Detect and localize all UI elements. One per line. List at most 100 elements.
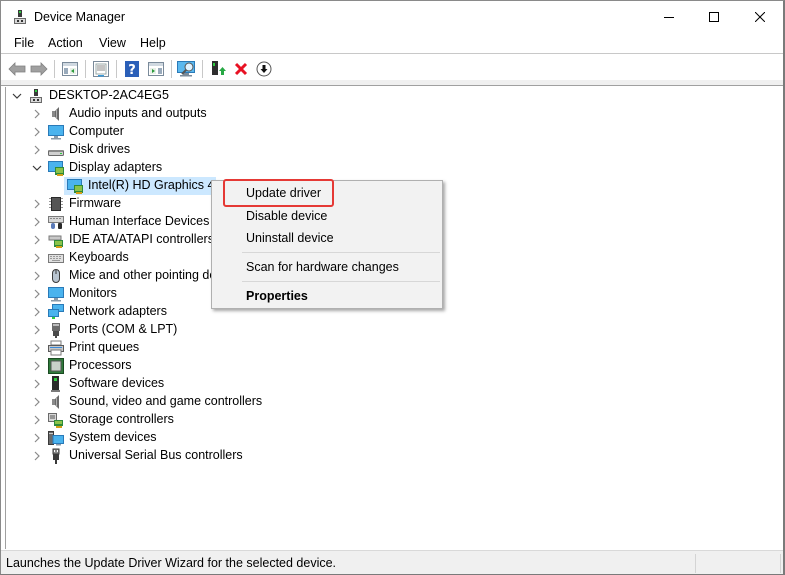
tree-item-label: IDE ATA/ATAPI controllers bbox=[69, 232, 214, 246]
tree-item-label: Computer bbox=[69, 124, 124, 138]
update-driver-button[interactable] bbox=[208, 59, 228, 79]
chevron-right-icon[interactable] bbox=[31, 108, 43, 120]
show-hide-console-tree-button[interactable] bbox=[60, 59, 80, 79]
status-separator bbox=[695, 554, 696, 573]
context-menu-properties[interactable]: Properties bbox=[246, 289, 308, 303]
tree-item-category[interactable]: Sound, video and game controllers bbox=[6, 393, 306, 411]
chevron-right-icon[interactable] bbox=[31, 378, 43, 390]
tree-item-category[interactable]: Disk drives bbox=[6, 141, 306, 159]
tree-item-label: Print queues bbox=[69, 340, 140, 354]
context-menu-separator bbox=[242, 281, 440, 282]
context-menu-uninstall-device[interactable]: Uninstall device bbox=[246, 231, 334, 245]
toolbar-separator bbox=[54, 60, 55, 78]
speaker-icon bbox=[52, 107, 59, 121]
tree-item-device[interactable]: Intel(R) HD Graphics 460 bbox=[64, 177, 216, 195]
tree-item-category[interactable]: Audio inputs and outputs bbox=[6, 105, 306, 123]
maximize-button[interactable] bbox=[691, 1, 737, 33]
scan-hardware-icon bbox=[177, 61, 195, 77]
menu-action[interactable]: Action bbox=[48, 36, 83, 50]
chevron-right-icon[interactable] bbox=[31, 360, 43, 372]
menu-view[interactable]: View bbox=[99, 36, 126, 50]
device-manager-icon bbox=[14, 10, 26, 24]
tree-item-category[interactable]: Storage controllers bbox=[6, 411, 306, 429]
tree-item-category[interactable]: Universal Serial Bus controllers bbox=[6, 447, 306, 465]
chevron-right-icon[interactable] bbox=[31, 342, 43, 354]
context-menu-scan-hardware[interactable]: Scan for hardware changes bbox=[246, 260, 399, 274]
menu-file[interactable]: File bbox=[14, 36, 34, 50]
storage-controller-icon bbox=[48, 413, 63, 428]
toolbar: ? bbox=[1, 55, 783, 82]
back-arrow-icon bbox=[8, 62, 26, 76]
chevron-right-icon[interactable] bbox=[31, 288, 43, 300]
chip-icon bbox=[49, 197, 63, 211]
chevron-right-icon[interactable] bbox=[31, 252, 43, 264]
disable-device-icon bbox=[256, 61, 272, 77]
disable-device-button[interactable] bbox=[254, 59, 274, 79]
chevron-right-icon[interactable] bbox=[31, 396, 43, 408]
title-bar: Device Manager bbox=[1, 1, 783, 33]
tree-item-category[interactable]: Display adapters bbox=[6, 159, 306, 177]
tree-item-label: Audio inputs and outputs bbox=[69, 106, 207, 120]
menu-help[interactable]: Help bbox=[140, 36, 166, 50]
display-adapter-icon bbox=[67, 179, 83, 194]
menu-bar: File Action View Help bbox=[1, 33, 783, 54]
tree-item-category[interactable]: Processors bbox=[6, 357, 306, 375]
chevron-right-icon[interactable] bbox=[31, 234, 43, 246]
computer-icon bbox=[48, 125, 64, 140]
tree-item-label: DESKTOP-2AC4EG5 bbox=[49, 88, 169, 102]
tree-item-category[interactable]: System devices bbox=[6, 429, 306, 447]
close-button[interactable] bbox=[737, 1, 783, 33]
tree-item-label: Storage controllers bbox=[69, 412, 174, 426]
tree-item-category[interactable]: Print queues bbox=[6, 339, 306, 357]
ide-controller-icon bbox=[48, 235, 63, 248]
hid-icon bbox=[48, 216, 64, 229]
close-icon bbox=[755, 12, 765, 22]
toolbar-separator bbox=[116, 60, 117, 78]
context-menu-disable-device[interactable]: Disable device bbox=[246, 209, 327, 223]
speaker-icon bbox=[52, 395, 59, 409]
forward-button[interactable] bbox=[29, 59, 49, 79]
chevron-right-icon[interactable] bbox=[31, 432, 43, 444]
chevron-right-icon[interactable] bbox=[31, 270, 43, 282]
context-menu-separator bbox=[242, 252, 440, 253]
update-driver-highlight bbox=[223, 179, 334, 207]
tree-item-category[interactable]: Software devices bbox=[6, 375, 306, 393]
chevron-right-icon[interactable] bbox=[31, 450, 43, 462]
tree-item-label: Network adapters bbox=[69, 304, 167, 318]
chevron-down-icon[interactable] bbox=[11, 90, 23, 102]
tree-item-label: Universal Serial Bus controllers bbox=[69, 448, 243, 462]
scan-hardware-button[interactable] bbox=[176, 59, 198, 79]
chevron-right-icon[interactable] bbox=[31, 306, 43, 318]
monitor-icon bbox=[48, 287, 64, 302]
back-button[interactable] bbox=[7, 59, 27, 79]
tree-item-root[interactable]: DESKTOP-2AC4EG5 bbox=[6, 87, 306, 105]
chevron-right-icon[interactable] bbox=[31, 216, 43, 228]
chevron-right-icon[interactable] bbox=[31, 198, 43, 210]
uninstall-icon bbox=[234, 62, 248, 76]
chevron-right-icon[interactable] bbox=[31, 126, 43, 138]
chevron-right-icon[interactable] bbox=[31, 414, 43, 426]
chevron-down-icon[interactable] bbox=[31, 162, 43, 174]
help-button[interactable]: ? bbox=[122, 59, 142, 79]
usb-icon bbox=[52, 448, 60, 464]
port-icon bbox=[52, 323, 60, 338]
system-device-icon bbox=[48, 431, 64, 446]
network-icon bbox=[48, 304, 64, 319]
tree-item-label: Processors bbox=[69, 358, 132, 372]
forward-arrow-icon bbox=[30, 62, 48, 76]
uninstall-device-button[interactable] bbox=[231, 59, 251, 79]
minimize-button[interactable] bbox=[646, 1, 692, 33]
status-text: Launches the Update Driver Wizard for th… bbox=[6, 556, 337, 570]
tree-item-category[interactable]: Computer bbox=[6, 123, 306, 141]
svg-text:?: ? bbox=[128, 63, 136, 77]
toolbar-divider bbox=[1, 80, 783, 86]
tree-item-category[interactable]: Ports (COM & LPT) bbox=[6, 321, 306, 339]
update-driver-icon bbox=[212, 61, 226, 75]
chevron-right-icon[interactable] bbox=[31, 324, 43, 336]
device-tree: DESKTOP-2AC4EG5 Audio inputs and outputs C… bbox=[5, 87, 781, 549]
device-manager-window: Device Manager File Action View Help ? D… bbox=[0, 0, 785, 575]
properties-button[interactable] bbox=[91, 59, 111, 79]
chevron-right-icon[interactable] bbox=[31, 144, 43, 156]
show-hide-action-pane-button[interactable] bbox=[146, 59, 166, 79]
tree-item-label: Software devices bbox=[69, 376, 165, 390]
